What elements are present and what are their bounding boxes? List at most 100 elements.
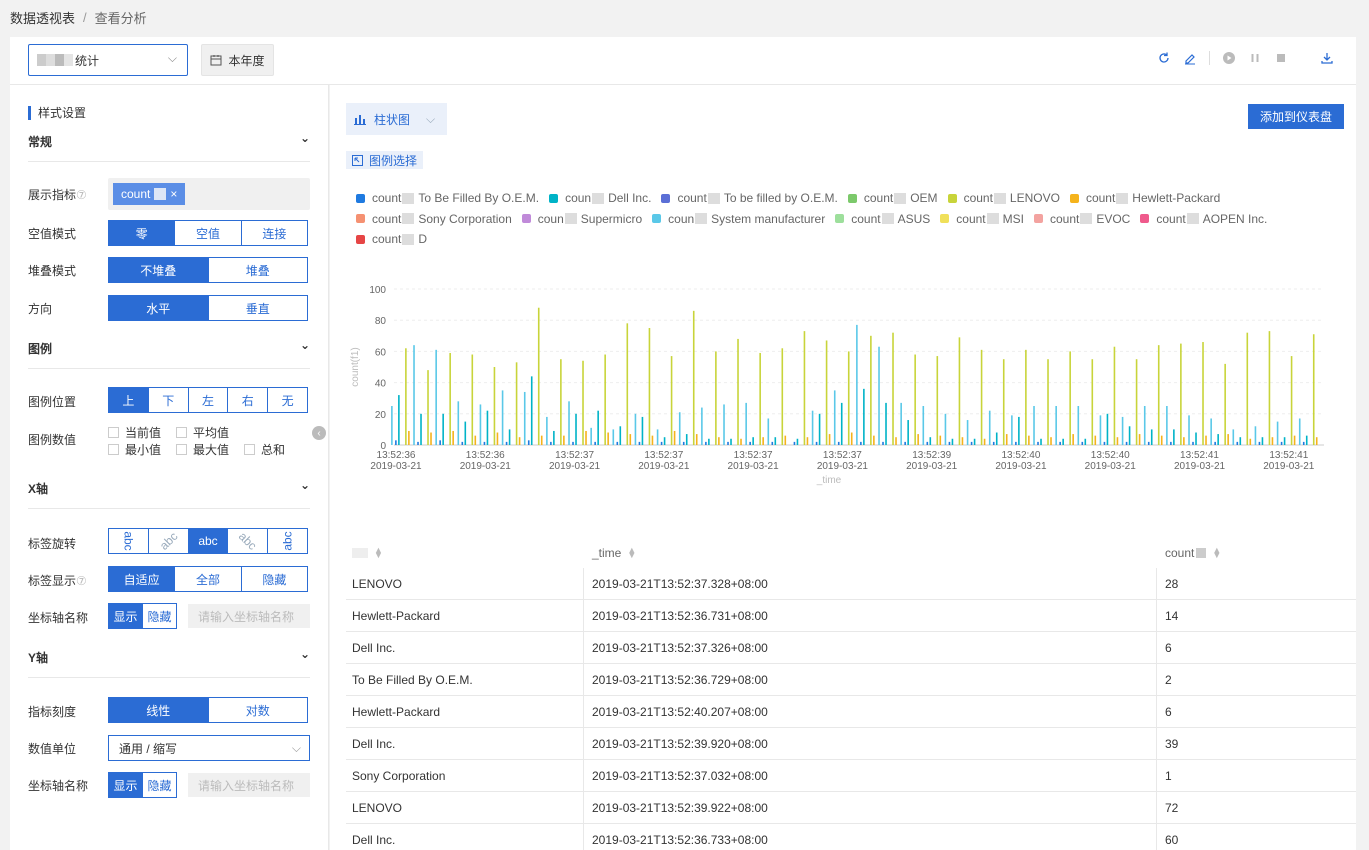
legend-pos-top[interactable]: 上 bbox=[109, 388, 148, 412]
bar bbox=[983, 438, 986, 445]
download-icon[interactable] bbox=[1320, 51, 1334, 65]
unit-dropdown[interactable]: 通用 / 缩写 ⌵ bbox=[108, 735, 310, 761]
table-row[interactable]: Hewlett-Packard 2019-03-21T13:52:40.207+0… bbox=[346, 696, 1356, 728]
legend-pos-bottom[interactable]: 下 bbox=[147, 388, 188, 412]
display-hide[interactable]: 隐藏 bbox=[240, 567, 307, 591]
checkbox-sum[interactable]: 总和 bbox=[244, 441, 285, 458]
legend-item[interactable]: coun Dell Inc. bbox=[549, 188, 651, 208]
display-all[interactable]: 全部 bbox=[174, 567, 241, 591]
stack-on[interactable]: 堆叠 bbox=[207, 258, 307, 282]
null-mode-connect[interactable]: 连接 bbox=[240, 221, 307, 245]
legend-pos-none[interactable]: 无 bbox=[267, 388, 307, 412]
x-axis-name-hide[interactable]: 隐藏 bbox=[142, 604, 176, 628]
stop-icon[interactable] bbox=[1274, 51, 1288, 65]
checkbox-min[interactable]: 最小值 bbox=[108, 441, 161, 458]
legend-item[interactable]: count OEM bbox=[847, 188, 938, 208]
group-general[interactable]: 常规 ⌄ bbox=[28, 131, 310, 150]
sort-icon[interactable]: ▲ ▼ bbox=[1212, 545, 1221, 559]
checkbox-box[interactable] bbox=[108, 444, 119, 455]
table-row[interactable]: Dell Inc. 2019-03-21T13:52:39.920+08:00 39 bbox=[346, 728, 1356, 760]
legend-item[interactable]: count Hewlett-Packard bbox=[1069, 188, 1220, 208]
close-icon[interactable]: × bbox=[170, 187, 177, 201]
checkbox-box[interactable] bbox=[108, 427, 119, 438]
scale-linear[interactable]: 线性 bbox=[109, 698, 208, 722]
chevron-down-icon[interactable]: ⌄ bbox=[300, 478, 310, 492]
checkbox-current[interactable]: 当前值 bbox=[108, 424, 161, 441]
y-axis-name-show[interactable]: 显示 bbox=[109, 773, 142, 797]
rotation-horizontal[interactable]: abc bbox=[187, 529, 228, 553]
legend-item[interactable]: count EVOC bbox=[1033, 209, 1130, 229]
query-select[interactable]: 统计 ⌵ bbox=[28, 44, 188, 76]
chevron-down-icon[interactable]: ⌄ bbox=[300, 647, 310, 661]
legend-item[interactable]: count To be filled by O.E.M. bbox=[661, 188, 838, 208]
bar bbox=[1315, 437, 1318, 445]
checkbox-max[interactable]: 最大值 bbox=[176, 441, 229, 458]
group-legend[interactable]: 图例 ⌄ bbox=[28, 338, 310, 357]
checkbox-box[interactable] bbox=[244, 444, 255, 455]
legend-item[interactable]: count ASUS bbox=[835, 209, 930, 229]
date-range-button[interactable]: 本年度 bbox=[201, 44, 274, 76]
legend-item[interactable]: count AOPEN Inc. bbox=[1140, 209, 1267, 229]
legend-item[interactable]: count Sony Corporation bbox=[356, 209, 512, 229]
y-axis-name-input[interactable]: 请输入坐标轴名称 bbox=[188, 773, 310, 797]
legend-select-button[interactable]: 图例选择 bbox=[346, 151, 424, 169]
table-row[interactable]: LENOVO 2019-03-21T13:52:39.922+08:00 72 bbox=[346, 792, 1356, 824]
x-axis-name-input[interactable]: 请输入坐标轴名称 bbox=[188, 604, 310, 628]
col-header-count[interactable]: count ▲ ▼ bbox=[1157, 537, 1356, 568]
refresh-icon[interactable] bbox=[1157, 51, 1171, 65]
help-icon[interactable]: ⑦ bbox=[76, 188, 87, 202]
masked-text bbox=[993, 192, 1006, 204]
bar bbox=[1302, 441, 1305, 445]
chart-type-select[interactable]: 柱状图 ⌵ bbox=[346, 103, 447, 135]
add-to-dashboard-button[interactable]: 添加到仪表盘 bbox=[1248, 104, 1344, 129]
rotation-diagonal-up[interactable]: abc bbox=[147, 529, 188, 553]
rotation-diagonal-down[interactable]: abc bbox=[227, 529, 268, 553]
display-auto[interactable]: 自适应 bbox=[109, 567, 175, 591]
bar bbox=[892, 332, 894, 445]
checkbox-box[interactable] bbox=[176, 427, 187, 438]
checkbox-average[interactable]: 平均值 bbox=[176, 424, 229, 441]
y-axis-name-hide[interactable]: 隐藏 bbox=[142, 773, 176, 797]
table-row[interactable]: Hewlett-Packard 2019-03-21T13:52:36.731+0… bbox=[346, 600, 1356, 632]
direction-horizontal[interactable]: 水平 bbox=[109, 296, 208, 320]
breadcrumb-root[interactable]: 数据透视表 bbox=[10, 8, 75, 27]
scale-log[interactable]: 对数 bbox=[207, 698, 307, 722]
legend-item[interactable]: count LENOVO bbox=[947, 188, 1060, 208]
pause-icon[interactable] bbox=[1248, 51, 1262, 65]
group-xaxis[interactable]: X轴 ⌄ bbox=[28, 478, 310, 497]
legend-item[interactable]: count To Be Filled By O.E.M. bbox=[356, 188, 539, 208]
group-yaxis[interactable]: Y轴 ⌄ bbox=[28, 647, 310, 666]
table-row[interactable]: To Be Filled By O.E.M. 2019-03-21T13:52:3… bbox=[346, 664, 1356, 696]
stack-off[interactable]: 不堆叠 bbox=[109, 258, 208, 282]
table-row[interactable]: LENOVO 2019-03-21T13:52:37.328+08:00 28 bbox=[346, 568, 1356, 600]
null-mode-empty[interactable]: 空值 bbox=[174, 221, 241, 245]
bar bbox=[540, 435, 543, 445]
chevron-down-icon[interactable]: ⌄ bbox=[300, 338, 310, 352]
legend-pos-right[interactable]: 右 bbox=[227, 388, 268, 412]
help-icon[interactable]: ⑦ bbox=[76, 574, 87, 588]
rotation-vertical-up[interactable]: abc bbox=[109, 529, 148, 553]
legend-item[interactable]: count MSI bbox=[940, 209, 1024, 229]
sort-icon[interactable]: ▲ ▼ bbox=[374, 545, 383, 559]
table-row[interactable]: Sony Corporation 2019-03-21T13:52:37.032+… bbox=[346, 760, 1356, 792]
null-mode-zero[interactable]: 零 bbox=[109, 221, 175, 245]
bar bbox=[398, 395, 400, 445]
metric-input[interactable]: count × bbox=[108, 178, 310, 210]
edit-icon[interactable] bbox=[1183, 51, 1197, 65]
legend-item[interactable]: coun System manufacturer bbox=[652, 209, 825, 229]
rotation-vertical-down[interactable]: abc bbox=[267, 529, 307, 553]
table-row[interactable]: Dell Inc. 2019-03-21T13:52:36.733+08:00 60 bbox=[346, 824, 1356, 850]
play-icon[interactable] bbox=[1222, 51, 1236, 65]
direction-vertical[interactable]: 垂直 bbox=[207, 296, 307, 320]
checkbox-box[interactable] bbox=[176, 444, 187, 455]
sort-icon[interactable]: ▲ ▼ bbox=[627, 545, 636, 559]
col-header-group[interactable]: ▲ ▼ bbox=[346, 537, 584, 568]
x-axis-name-show[interactable]: 显示 bbox=[109, 604, 142, 628]
chevron-down-icon[interactable]: ⌄ bbox=[300, 131, 310, 145]
table-row[interactable]: Dell Inc. 2019-03-21T13:52:37.326+08:00 6 bbox=[346, 632, 1356, 664]
legend-item[interactable]: coun Supermicro bbox=[521, 209, 642, 229]
col-header-time[interactable]: _time ▲ ▼ bbox=[584, 537, 1157, 568]
legend-item[interactable]: count D bbox=[356, 229, 427, 249]
collapse-panel-icon[interactable]: ‹ bbox=[312, 426, 326, 440]
legend-pos-left[interactable]: 左 bbox=[187, 388, 228, 412]
